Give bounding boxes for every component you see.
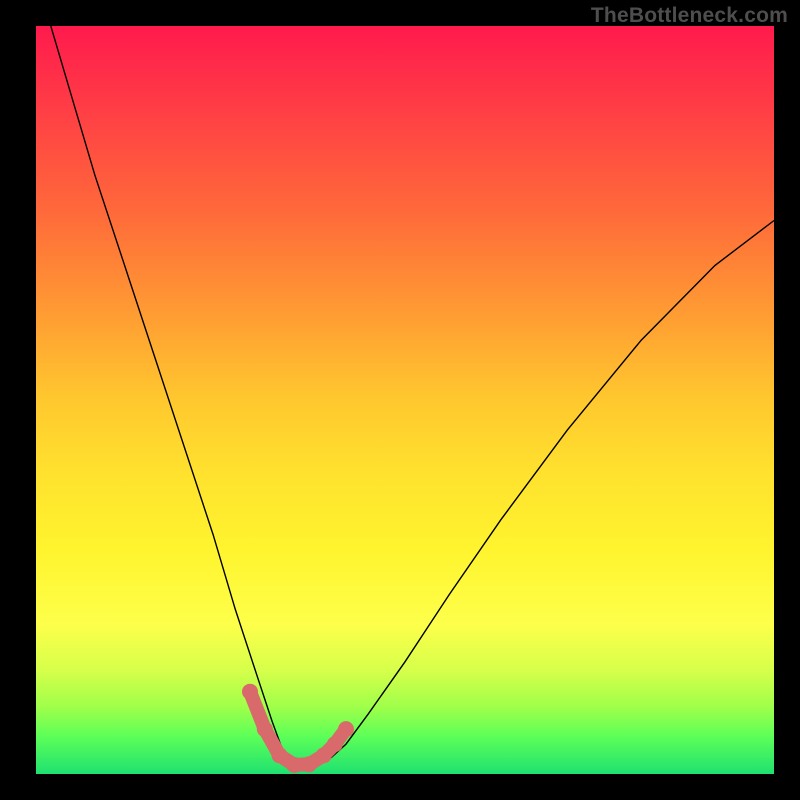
bottleneck-curve [51, 26, 774, 767]
plot-area [36, 26, 774, 774]
optimal-zone-dot [242, 684, 258, 700]
optimal-zone-dot [338, 721, 354, 737]
optimal-zone-dot [301, 756, 317, 772]
curve-layer [36, 26, 774, 774]
optimal-zone-dot [257, 721, 273, 737]
chart-frame: TheBottleneck.com [0, 0, 800, 800]
optimal-zone-dot [327, 736, 343, 752]
optimal-zone-dot [286, 757, 302, 773]
optimal-zone-dot [272, 747, 288, 763]
watermark-text: TheBottleneck.com [591, 4, 788, 28]
